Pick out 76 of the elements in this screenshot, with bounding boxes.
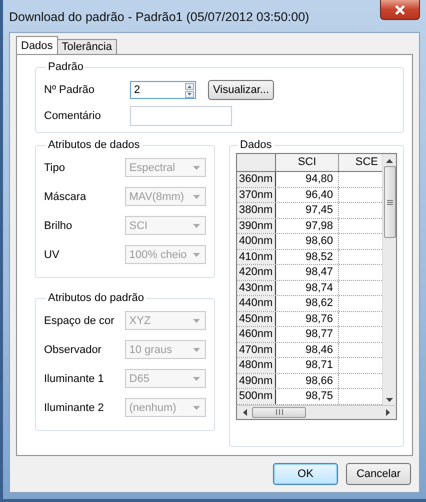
row-header: 470nm bbox=[237, 342, 276, 357]
horizontal-scrollbar[interactable] bbox=[236, 404, 397, 420]
row-header: 410nm bbox=[237, 250, 276, 264]
field-label: UV bbox=[44, 248, 60, 260]
cancel-button[interactable]: Cancelar bbox=[346, 463, 411, 485]
field-label: Observador bbox=[44, 344, 102, 356]
column-header[interactable]: SCI bbox=[276, 154, 339, 171]
field-label: Nº Padrão bbox=[44, 84, 96, 96]
group-title: Atributos de dados bbox=[47, 139, 141, 151]
row-header: 440nm bbox=[237, 296, 276, 310]
comment-field[interactable] bbox=[130, 106, 232, 126]
grip-icon bbox=[386, 200, 392, 204]
field-label: Comentário bbox=[44, 110, 102, 122]
tab[interactable]: Dados bbox=[16, 36, 58, 54]
row-header: 360nm bbox=[237, 172, 276, 186]
row-header: 420nm bbox=[237, 265, 276, 280]
field-label: Tipo bbox=[44, 162, 66, 174]
scroll-thumb[interactable] bbox=[384, 166, 396, 238]
row-header: 430nm bbox=[237, 280, 276, 295]
vertical-scrollbar[interactable] bbox=[382, 154, 396, 404]
dropdown-arrow-icon bbox=[193, 252, 200, 256]
row-header: 390nm bbox=[237, 218, 276, 233]
dropdown-arrow-icon bbox=[193, 194, 200, 198]
table-cell: 98,71 bbox=[305, 359, 333, 371]
table-cell: 98,60 bbox=[305, 235, 333, 247]
spin-up-icon[interactable] bbox=[185, 82, 194, 90]
tab[interactable]: Tolerância bbox=[56, 39, 117, 54]
dropdown-arrow-icon bbox=[193, 224, 200, 228]
group-title: Padrão bbox=[47, 61, 84, 73]
number-field[interactable]: 2 bbox=[130, 81, 196, 99]
grip-icon bbox=[276, 409, 282, 415]
table-cell: 94,80 bbox=[305, 173, 333, 185]
field-label: Brilho bbox=[44, 220, 74, 232]
scroll-thumb[interactable] bbox=[252, 406, 306, 418]
row-header: 370nm bbox=[237, 188, 276, 202]
dropdown-arrow-icon bbox=[193, 406, 200, 410]
table-cell: 98,47 bbox=[305, 266, 333, 278]
table-cell: 97,98 bbox=[305, 220, 333, 232]
row-header: 400nm bbox=[237, 234, 276, 248]
view-button[interactable]: Visualizar... bbox=[208, 80, 274, 100]
scroll-left-icon[interactable] bbox=[243, 408, 247, 416]
row-header: 490nm bbox=[237, 374, 276, 388]
row-header: 460nm bbox=[237, 327, 276, 342]
table-cell: 98,46 bbox=[305, 344, 333, 356]
dropdown-arrow-icon bbox=[193, 166, 200, 170]
scroll-right-icon[interactable] bbox=[386, 408, 390, 416]
column-header[interactable]: SCE bbox=[339, 154, 382, 171]
table-cell: 98,62 bbox=[305, 297, 333, 309]
group-title: Atributos do padrão bbox=[47, 292, 146, 304]
close-icon bbox=[394, 4, 406, 14]
scroll-down-icon[interactable] bbox=[386, 398, 393, 402]
scroll-up-icon[interactable] bbox=[386, 159, 393, 163]
table-cell: 98,66 bbox=[305, 374, 333, 386]
field-label: Espaço de cor bbox=[44, 314, 116, 326]
field-label: Máscara bbox=[44, 190, 88, 202]
field-label: Iluminante 1 bbox=[44, 372, 105, 384]
spin-down-icon[interactable] bbox=[185, 90, 194, 98]
window-title: Download do padrão - Padrão1 (05/07/2012 03:50:00) bbox=[9, 10, 310, 24]
table-cell: 98,52 bbox=[305, 250, 333, 262]
field-label: Iluminante 2 bbox=[44, 402, 105, 414]
row-header: 450nm bbox=[237, 312, 276, 326]
table-cell: 98,74 bbox=[305, 282, 333, 294]
table-cell: 96,40 bbox=[305, 188, 333, 200]
table-cell: 98,77 bbox=[305, 328, 333, 340]
row-header: 480nm bbox=[237, 358, 276, 372]
close-button[interactable] bbox=[380, 0, 420, 20]
group-title: Dados bbox=[239, 139, 273, 151]
row-header: 380nm bbox=[237, 203, 276, 218]
dropdown-arrow-icon bbox=[193, 376, 200, 380]
table-cell: 98,75 bbox=[305, 390, 333, 402]
table-cell: 97,45 bbox=[305, 204, 333, 216]
ok-button[interactable]: OK bbox=[273, 463, 338, 485]
dropdown-arrow-icon bbox=[193, 348, 200, 352]
table-cell: 98,76 bbox=[305, 312, 333, 324]
row-header: 500nm bbox=[237, 389, 276, 404]
dropdown-arrow-icon bbox=[193, 318, 200, 322]
